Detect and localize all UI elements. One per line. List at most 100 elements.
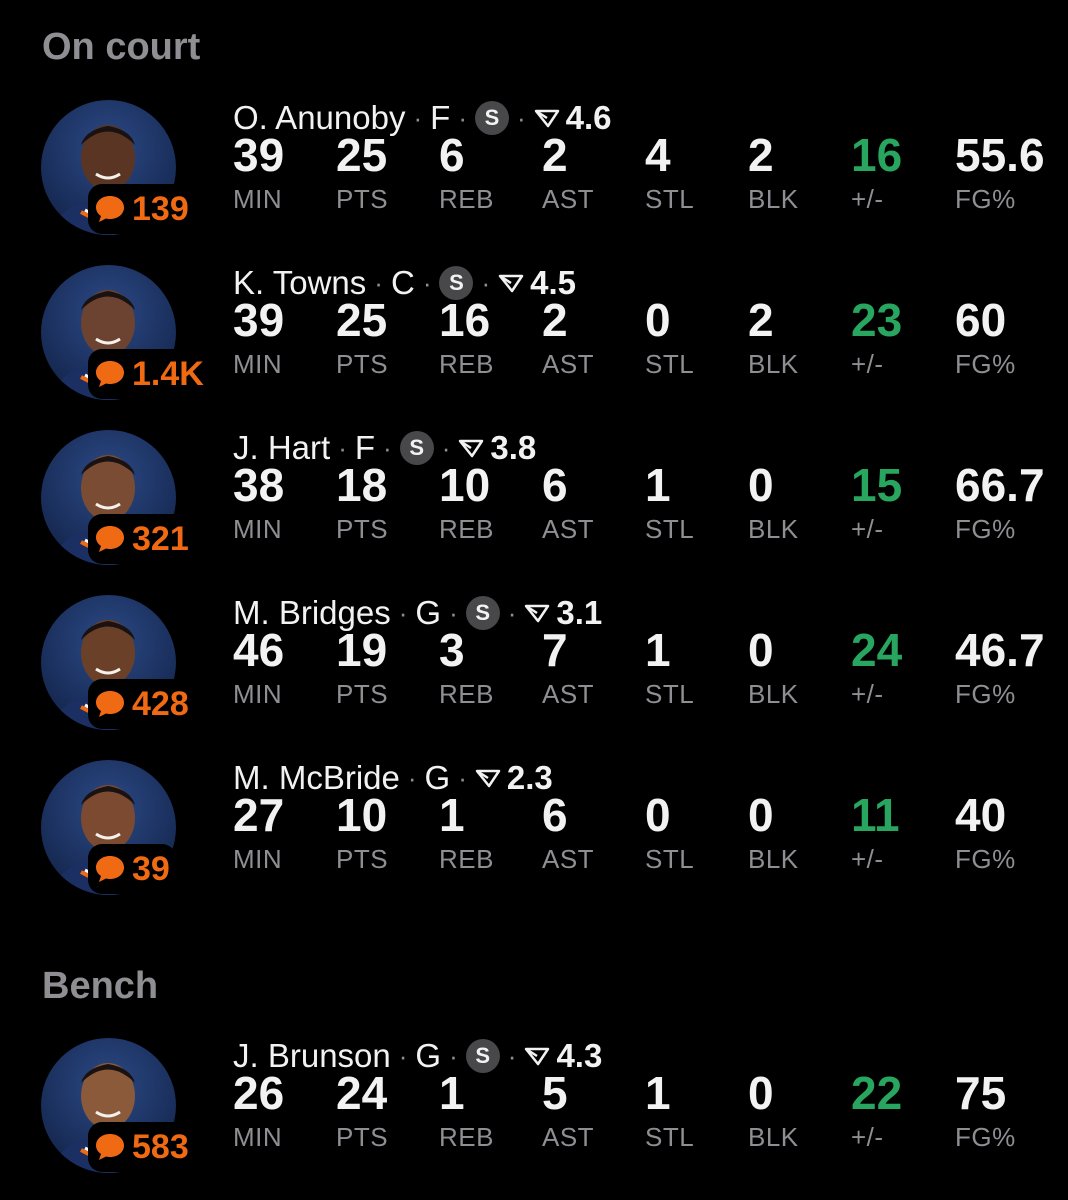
stat-value: 24 xyxy=(851,624,903,676)
stat-label: REB xyxy=(439,1122,494,1152)
stat-label: REB xyxy=(439,679,494,709)
stat-label: AST xyxy=(542,349,595,379)
player-row[interactable]: 139 O. Anunoby · F · S · 4.6 39 MIN 25 PT… xyxy=(0,98,1068,258)
comment-count-badge[interactable]: 1.4K xyxy=(88,349,210,399)
stat-value: 16 xyxy=(851,129,903,181)
stat-label: AST xyxy=(542,1122,595,1152)
player-row[interactable]: 39 M. McBride · G · 2.3 27 MIN 10 PTS 1 … xyxy=(0,758,1068,918)
stat-label: AST xyxy=(542,844,595,874)
comment-count: 139 xyxy=(132,189,189,228)
stat-value: 6 xyxy=(542,459,568,511)
player-position: G xyxy=(415,1037,442,1074)
separator-dot: · xyxy=(422,267,432,298)
section-title-on-court: On court xyxy=(42,26,201,68)
stat-value: 2 xyxy=(748,129,774,181)
stat-value: 16 xyxy=(439,294,491,346)
comment-count: 1.4K xyxy=(132,354,204,393)
comment-count-badge[interactable]: 39 xyxy=(88,844,176,894)
stat-label: AST xyxy=(542,184,595,214)
starter-badge: S xyxy=(474,101,509,135)
comment-count-badge[interactable]: 428 xyxy=(88,679,195,729)
comment-count-badge[interactable]: 583 xyxy=(88,1122,195,1172)
separator-dot: · xyxy=(507,597,517,628)
stat-label: +/- xyxy=(851,184,884,214)
stat-value: 3 xyxy=(439,624,465,676)
stat-label: PTS xyxy=(336,184,389,214)
stat-value: 1 xyxy=(439,1067,465,1119)
stat-value: 46.7 xyxy=(955,624,1045,676)
stat-label: STL xyxy=(645,514,695,544)
stat-label: BLK xyxy=(748,184,799,214)
stat-value: 0 xyxy=(645,294,671,346)
stat-label: MIN xyxy=(233,679,283,709)
stat-value: 2 xyxy=(542,129,568,181)
stat-label: PTS xyxy=(336,514,389,544)
stat-value: 0 xyxy=(748,1067,774,1119)
player-row[interactable]: 1.4K K. Towns · C · S · 4.5 39 MIN 25 PTS… xyxy=(0,263,1068,423)
stat-label: STL xyxy=(645,844,695,874)
stat-label: MIN xyxy=(233,844,283,874)
stat-value: 1 xyxy=(645,624,671,676)
stat-value: 0 xyxy=(748,459,774,511)
stat-label: FG% xyxy=(955,349,1016,379)
comment-count: 321 xyxy=(132,519,189,558)
stat-label: FG% xyxy=(955,514,1016,544)
stat-label: REB xyxy=(439,184,494,214)
rating-triangle-icon xyxy=(524,1046,556,1066)
player-info-line: K. Towns · C · S · 4.5 xyxy=(233,263,576,303)
stat-value: 10 xyxy=(336,789,388,841)
stat-value: 6 xyxy=(439,129,465,181)
stat-label: +/- xyxy=(851,844,884,874)
stat-value: 11 xyxy=(851,789,900,841)
stat-label: REB xyxy=(439,349,494,379)
stat-value: 15 xyxy=(851,459,903,511)
player-rating: 3.8 xyxy=(490,429,537,466)
rating-triangle-icon xyxy=(458,438,490,458)
section-title-bench: Bench xyxy=(42,965,159,1007)
chat-bubble-icon xyxy=(94,854,126,884)
stat-label: FG% xyxy=(955,1122,1016,1152)
stat-label: PTS xyxy=(336,844,389,874)
stat-label: AST xyxy=(542,679,595,709)
stat-value: 66.7 xyxy=(955,459,1045,511)
stat-value: 23 xyxy=(851,294,903,346)
separator-dot: · xyxy=(507,1040,517,1071)
comment-count-badge[interactable]: 321 xyxy=(88,514,195,564)
stat-label: +/- xyxy=(851,349,884,379)
stat-label: MIN xyxy=(233,1122,283,1152)
stat-label: BLK xyxy=(748,679,799,709)
stat-label: STL xyxy=(645,184,695,214)
stat-label: FG% xyxy=(955,184,1016,214)
player-row[interactable]: 428 M. Bridges · G · S · 3.1 46 MIN 19 PT… xyxy=(0,593,1068,753)
starter-badge: S xyxy=(465,1039,500,1073)
stat-value: 10 xyxy=(439,459,491,511)
stat-value: 0 xyxy=(748,624,774,676)
stat-value: 7 xyxy=(542,624,568,676)
stat-value: 60 xyxy=(955,294,1007,346)
starter-badge: S xyxy=(399,431,434,465)
stat-value: 0 xyxy=(645,789,671,841)
stat-value: 46 xyxy=(233,624,285,676)
stat-value: 27 xyxy=(233,789,285,841)
player-position: G xyxy=(415,594,442,631)
stat-label: PTS xyxy=(336,1122,389,1152)
stat-value: 26 xyxy=(233,1067,285,1119)
stat-label: MIN xyxy=(233,184,283,214)
stat-value: 2 xyxy=(542,294,568,346)
stat-value: 2 xyxy=(748,294,774,346)
stat-label: FG% xyxy=(955,844,1016,874)
player-row[interactable]: 321 J. Hart · F · S · 3.8 38 MIN 18 PTS 1… xyxy=(0,428,1068,588)
player-row[interactable]: 583 J. Brunson · G · S · 4.3 26 MIN 24 PT… xyxy=(0,1036,1068,1196)
stat-value: 1 xyxy=(645,459,671,511)
rating-triangle-icon xyxy=(475,768,507,788)
stat-label: BLK xyxy=(748,514,799,544)
stat-label: +/- xyxy=(851,1122,884,1152)
stat-label: AST xyxy=(542,514,595,544)
comment-count-badge[interactable]: 139 xyxy=(88,184,195,234)
stat-label: +/- xyxy=(851,514,884,544)
stat-value: 5 xyxy=(542,1067,568,1119)
stat-value: 22 xyxy=(851,1067,903,1119)
chat-bubble-icon xyxy=(94,1132,126,1162)
stat-label: STL xyxy=(645,1122,695,1152)
starter-badge: S xyxy=(465,596,500,630)
